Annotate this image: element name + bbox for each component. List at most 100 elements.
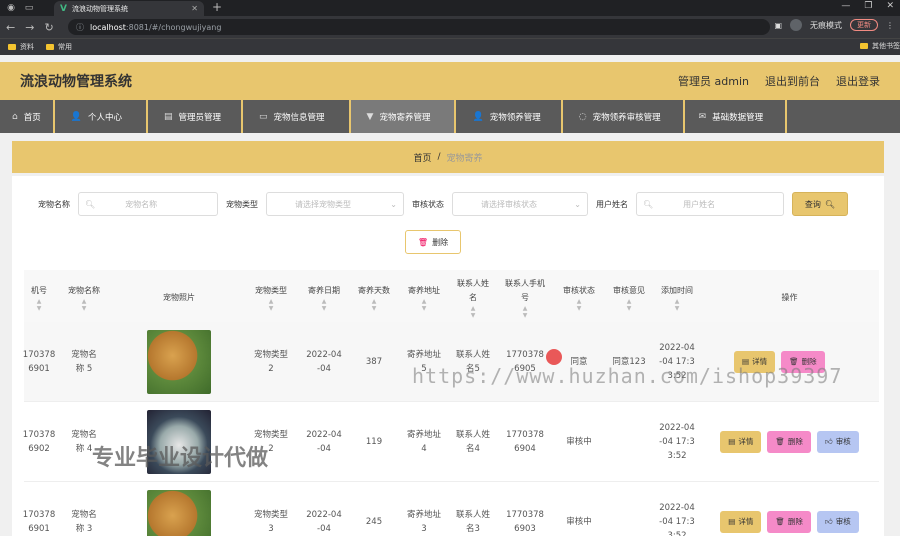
- cell-date: 2022-04 -04: [306, 430, 342, 454]
- search-icon: 🔍︎: [643, 199, 654, 209]
- nav-item-home[interactable]: ⌂ 首页: [0, 100, 55, 133]
- table-row: 170378 6901 宠物名称 5 宠物类型 2 2022-04 -04 38…: [23, 322, 879, 402]
- nav-item-admin[interactable]: ▤ 管理员管理: [148, 100, 243, 133]
- audit-button[interactable]: 👍︎ 审核: [816, 431, 859, 453]
- tab-list-icon[interactable]: ▭: [22, 1, 36, 15]
- batch-delete-button[interactable]: 🗑 删除: [405, 230, 461, 254]
- close-window-icon[interactable]: ✕: [886, 1, 894, 11]
- content-panel: 宠物名称 🔍︎ 宠物名称 宠物类型 请选择宠物类型 ⌄ 审核状态 请选择审核状态…: [12, 176, 884, 536]
- cell-ops: ▤ 详情 🗑 删除 👍︎ 审核: [700, 482, 879, 536]
- cell-ops: ▤ 详情 🗑 删除 👍︎ 审核: [700, 402, 879, 482]
- pet-photo[interactable]: [147, 490, 211, 536]
- split-view-icon[interactable]: ▣: [774, 21, 782, 30]
- user-icon: 👤: [70, 111, 82, 122]
- cell-ops: ▤ 详情 🗑 删除: [700, 322, 879, 402]
- more-menu-icon[interactable]: ⋮: [886, 21, 894, 30]
- cell-phone: 170378 6902: [22, 430, 56, 454]
- col-contact-phone[interactable]: 联系人手机号 ▲ ▼: [496, 270, 554, 326]
- col-opinion[interactable]: 审核意见 ▲ ▼: [604, 270, 654, 326]
- back-to-front-link[interactable]: 退出到前台: [765, 73, 820, 89]
- app-title: 流浪动物管理系统: [20, 74, 132, 90]
- close-tab-icon[interactable]: ✕: [191, 4, 198, 13]
- sort-icon[interactable]: ▲ ▼: [422, 298, 427, 312]
- detail-button[interactable]: ▤ 详情: [720, 431, 762, 453]
- minimize-icon[interactable]: —: [841, 1, 850, 11]
- cell-photo: [114, 322, 244, 402]
- col-days[interactable]: 寄养天数 ▲ ▼: [350, 270, 398, 326]
- admin-icon: ▤: [163, 111, 173, 122]
- browser-tab[interactable]: V 流浪动物管理系统 ✕: [54, 1, 204, 16]
- table-header: 机号 ▲ ▼ 宠物名称 ▲ ▼ 宠物照片 宠物类型 ▲ ▼ 寄养日期 ▲ ▼ 寄养天数 ▲ ▼ 寄养…: [24, 270, 879, 326]
- nav-item-adopt[interactable]: 👤 宠物领养管理: [456, 100, 563, 133]
- browser-menu-icon[interactable]: ◉: [4, 1, 18, 15]
- chevron-down-icon: ⌄: [390, 199, 397, 209]
- bookmark-item[interactable]: 常用: [46, 42, 72, 52]
- new-tab-icon[interactable]: +: [212, 0, 222, 14]
- col-status[interactable]: 审核状态 ▲ ▼: [554, 270, 604, 326]
- pet-name-input[interactable]: 🔍︎ 宠物名称: [78, 192, 218, 216]
- cell-days: 245: [365, 517, 383, 527]
- breadcrumb: 首页 / 宠物寄养: [12, 141, 884, 173]
- col-date[interactable]: 寄养日期 ▲ ▼: [298, 270, 350, 326]
- cell-contact-phone: 1770378 6903: [506, 510, 544, 534]
- sort-icon[interactable]: ▲ ▼: [322, 298, 327, 312]
- update-button[interactable]: 更新: [850, 19, 878, 31]
- bookmark-item[interactable]: 资料: [8, 42, 34, 52]
- sort-icon[interactable]: ▲ ▼: [37, 298, 42, 312]
- pet-type-select[interactable]: 请选择宠物类型 ⌄: [266, 192, 404, 216]
- sort-icon[interactable]: ▲ ▼: [372, 298, 377, 312]
- sort-icon[interactable]: ▲ ▼: [82, 298, 87, 312]
- url-field[interactable]: ⓘ localhost :8081/#/chongwujiyang: [68, 19, 770, 35]
- nav-item-adopt-audit[interactable]: ◌ 宠物领养审核管理: [563, 100, 685, 133]
- site-info-icon[interactable]: ⓘ: [76, 22, 84, 33]
- watermark-text: 专业毕业设计代做: [92, 446, 269, 471]
- col-pet-name[interactable]: 宠物名称 ▲ ▼: [54, 270, 114, 326]
- nav-item-profile[interactable]: 👤 个人中心: [55, 100, 148, 133]
- query-button[interactable]: 查询 🔍︎: [792, 192, 848, 216]
- back-icon[interactable]: ←: [6, 21, 15, 34]
- sort-icon[interactable]: ▲ ▼: [577, 298, 582, 312]
- cell-contact: 联系人姓 名5: [455, 350, 490, 374]
- nav-item-pet-info[interactable]: ▭ 宠物信息管理: [243, 100, 351, 133]
- cell-addr: 寄养地址 5: [406, 350, 441, 374]
- col-contact[interactable]: 联系人姓名 ▲ ▼: [450, 270, 496, 326]
- pet-info-icon: ▭: [259, 111, 268, 122]
- maximize-icon[interactable]: ❐: [864, 1, 872, 11]
- browser-tab-title: 流浪动物管理系统: [71, 4, 128, 13]
- audit-status-label: 审核状态: [412, 199, 444, 209]
- audit-button[interactable]: 👍︎ 审核: [816, 511, 859, 533]
- pet-photo[interactable]: [147, 330, 211, 394]
- breadcrumb-home[interactable]: 首页: [413, 151, 431, 164]
- cell-type: 宠物类型 2: [253, 350, 288, 374]
- nav-item-base-data[interactable]: ✉ 基础数据管理: [685, 100, 788, 133]
- other-bookmarks[interactable]: 其他书签: [860, 41, 900, 51]
- delete-button[interactable]: 🗑 删除: [767, 431, 811, 453]
- detail-button[interactable]: ▤ 详情: [720, 511, 762, 533]
- cell-photo: [114, 482, 244, 536]
- audit-status-select[interactable]: 请选择审核状态 ⌄: [452, 192, 588, 216]
- user-name-input[interactable]: 🔍︎ 用户姓名: [636, 192, 784, 216]
- sort-icon[interactable]: ▲ ▼: [523, 305, 528, 319]
- cell-status: 审核中: [566, 437, 592, 447]
- cell-days: 119: [365, 437, 383, 447]
- sort-icon[interactable]: ▲ ▼: [269, 298, 274, 312]
- nav-item-foster[interactable]: ▼ 宠物寄养管理: [350, 100, 457, 133]
- forward-icon[interactable]: →: [25, 21, 34, 34]
- col-type[interactable]: 宠物类型 ▲ ▼: [244, 270, 298, 326]
- cell-opinion: 同意123: [612, 357, 646, 367]
- cell-date: 2022-04 -04: [306, 510, 342, 534]
- sort-icon[interactable]: ▲ ▼: [675, 298, 680, 312]
- sort-icon[interactable]: ▲ ▼: [471, 305, 476, 319]
- col-photo[interactable]: 宠物照片: [114, 270, 244, 326]
- reload-icon[interactable]: ↻: [44, 21, 53, 34]
- logout-link[interactable]: 退出登录: [836, 73, 880, 89]
- col-phone[interactable]: 机号 ▲ ▼: [24, 270, 54, 326]
- watermark-url: https://www.huzhan.com/ishop39397: [412, 364, 843, 388]
- delete-button[interactable]: 🗑 删除: [767, 511, 811, 533]
- sort-icon[interactable]: ▲ ▼: [627, 298, 632, 312]
- addr-right: ▣ 无痕模式 更新 ⋮: [774, 19, 894, 31]
- col-time[interactable]: 添加时间 ▲ ▼: [654, 270, 700, 326]
- col-addr[interactable]: 寄养地址 ▲ ▼: [398, 270, 450, 326]
- cell-pet-name: 宠物名称 3: [71, 510, 97, 534]
- folder-icon: [8, 44, 16, 50]
